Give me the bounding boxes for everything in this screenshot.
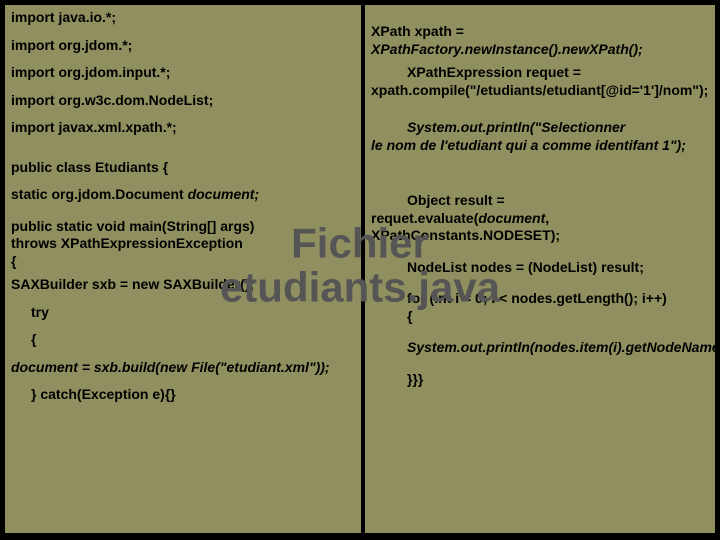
for2: { [371, 308, 412, 326]
sysout-node: System.out.println(nodes.item(i).getNode… [371, 339, 709, 357]
right-code-column: XPath xpath = XPathFactory.newInstance()… [364, 4, 716, 534]
catch-line: } catch(Exception e){} [11, 386, 355, 404]
sop1b: le nom de l'etudiant qui a comme identif… [371, 137, 686, 153]
left-code-column: import java.io.*; import org.jdom.*; imp… [4, 4, 362, 534]
static-pre: static org.jdom.Document [11, 186, 188, 202]
closing-braces: }}} [371, 371, 709, 389]
for-loop: for (int i = 0; i < nodes.getLength(); i… [371, 290, 709, 325]
open-brace: { [11, 331, 355, 349]
result-eval: Object result = requet.evaluate(document… [371, 192, 709, 245]
build-call: document = sxb.build(new File("etudiant.… [11, 359, 355, 377]
main-line3: { [11, 253, 16, 269]
sysout-msg: System.out.println("Selectionner le nom … [371, 119, 709, 154]
document-var: document; [188, 186, 260, 202]
for1: for (int i = 0; i < nodes.getLength(); i… [371, 290, 667, 308]
xpath-decl: XPath xpath = XPathFactory.newInstance()… [371, 23, 709, 58]
sop1a: System.out.println("Selectionner [371, 119, 625, 137]
try-kw: try [11, 304, 355, 322]
close: }}} [371, 371, 423, 389]
class-decl: public class Etudiants { [11, 159, 355, 177]
main-line1: public static void main(String[] args) [11, 218, 254, 234]
import-line: import java.io.*; [11, 9, 355, 27]
res2b: document [478, 210, 545, 226]
xp-line1b: XPathFactory.newInstance().newXPath(); [371, 41, 643, 57]
import-line: import org.w3c.dom.NodeList; [11, 92, 355, 110]
xp-line2a: XPathExpression requet = [371, 64, 581, 82]
nodelist-line: NodeList nodes = (NodeList) result; [371, 259, 709, 277]
sop2: System.out.println(nodes.item(i).getNode… [371, 339, 720, 357]
res2a: requet.evaluate( [371, 210, 478, 226]
static-doc: static org.jdom.Document document; [11, 186, 355, 204]
xp-line2b: xpath.compile("/etudiants/etudiant[@id='… [371, 82, 708, 98]
nodes: NodeList nodes = (NodeList) result; [371, 259, 644, 277]
import-line: import javax.xml.xpath.*; [11, 119, 355, 137]
slide-root: import java.io.*; import org.jdom.*; imp… [0, 0, 720, 540]
xpath-expr: XPathExpression requet = xpath.compile("… [371, 64, 709, 99]
main-line2: throws XPathExpressionException [11, 235, 243, 251]
xp-line1: XPath xpath = [371, 23, 464, 39]
res1: Object result = [371, 192, 505, 210]
saxbuilder-line: SAXBuilder sxb = new SAXBuilder(); [11, 276, 355, 294]
main-sig: public static void main(String[] args) t… [11, 218, 355, 271]
import-line: import org.jdom.*; [11, 37, 355, 55]
import-line: import org.jdom.input.*; [11, 64, 355, 82]
